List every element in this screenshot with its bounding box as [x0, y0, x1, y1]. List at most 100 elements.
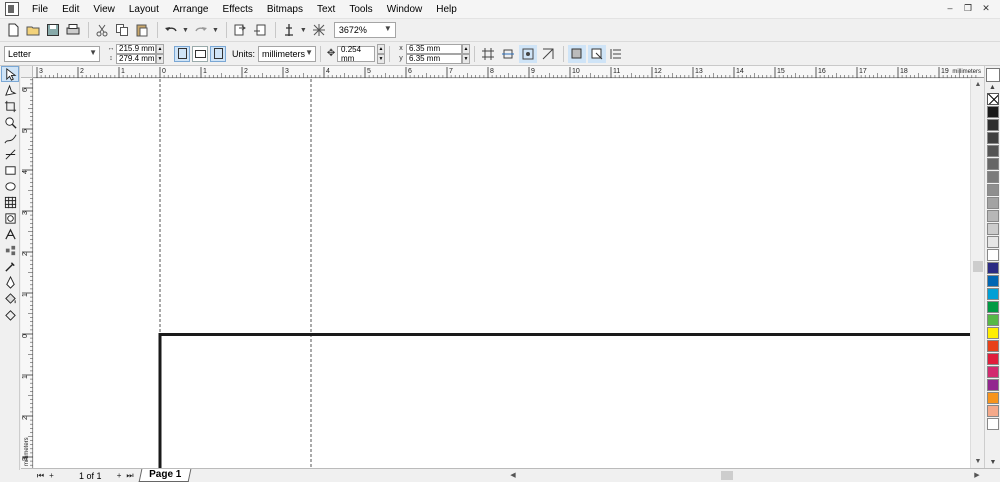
redo-icon[interactable]: [192, 21, 210, 39]
menu-window[interactable]: Window: [382, 0, 432, 19]
duplicate-x-field[interactable]: 6.35 mm: [406, 43, 463, 54]
shape-tool-icon[interactable]: [1, 82, 19, 98]
text-tool-icon[interactable]: [1, 226, 19, 242]
spin-up-icon[interactable]: ▲: [156, 43, 164, 54]
page-width-field[interactable]: 215.9 mm: [116, 43, 156, 54]
snap-to-objects-icon[interactable]: [519, 44, 538, 63]
menu-text[interactable]: Text: [312, 0, 344, 19]
duplicate-y-field[interactable]: 6.35 mm: [406, 53, 463, 64]
spin-down-icon[interactable]: ▼: [377, 53, 386, 64]
horizontal-scrollbar[interactable]: ◀ ▶: [507, 469, 983, 482]
color-swatch[interactable]: [987, 275, 999, 287]
color-swatch[interactable]: [987, 301, 999, 313]
horizontal-ruler[interactable]: 3 2 1 0 1 2 3 4 5 6 7 8 9 10 11 12 13 14 15 16 17 18 19 millime…: [33, 66, 984, 78]
color-swatch[interactable]: [987, 223, 999, 235]
menu-help[interactable]: Help: [431, 0, 466, 19]
color-swatch[interactable]: [987, 340, 999, 352]
outline-tool-icon[interactable]: [1, 274, 19, 290]
color-swatch[interactable]: [987, 327, 999, 339]
nudge-distance-field[interactable]: 0.254 mm: [337, 45, 376, 63]
color-swatch[interactable]: [987, 366, 999, 378]
rectangle-object[interactable]: [158, 333, 970, 469]
landscape-button[interactable]: [192, 45, 208, 62]
smart-fill-tool-icon[interactable]: [1, 146, 19, 162]
pick-tool-icon[interactable]: [1, 66, 19, 82]
color-swatch[interactable]: [987, 236, 999, 248]
color-swatch[interactable]: [987, 197, 999, 209]
open-icon[interactable]: [24, 21, 42, 39]
drawing-canvas[interactable]: [34, 79, 970, 468]
spin-up-icon[interactable]: ▲: [377, 43, 386, 54]
application-launcher-icon[interactable]: [310, 21, 328, 39]
menu-tools[interactable]: Tools: [344, 0, 381, 19]
portrait-button[interactable]: [174, 45, 190, 62]
menu-layout[interactable]: Layout: [124, 0, 168, 19]
add-page-after-icon[interactable]: +: [114, 470, 125, 482]
scroll-left-icon[interactable]: ◀: [507, 469, 519, 482]
menu-bitmaps[interactable]: Bitmaps: [262, 0, 312, 19]
color-swatch[interactable]: [987, 249, 999, 261]
restore-icon[interactable]: ❐: [962, 2, 974, 14]
color-swatch[interactable]: [987, 158, 999, 170]
paste-icon[interactable]: [133, 21, 151, 39]
fill-tool-icon[interactable]: [1, 290, 19, 306]
ellipse-tool-icon[interactable]: [1, 178, 19, 194]
interactive-fill-tool-icon[interactable]: [1, 306, 19, 322]
zoom-level-select[interactable]: 3672% ▼: [333, 22, 396, 38]
rectangle-tool-icon[interactable]: [1, 162, 19, 178]
all-pages-button[interactable]: [210, 45, 226, 62]
freehand-tool-icon[interactable]: [1, 130, 19, 146]
color-swatch[interactable]: [987, 379, 999, 391]
scroll-right-icon[interactable]: ▶: [971, 469, 983, 482]
ruler-origin[interactable]: [21, 66, 33, 78]
eyedropper-tool-icon[interactable]: [1, 258, 19, 274]
units-select[interactable]: millimeters ▼: [258, 45, 317, 62]
last-page-icon[interactable]: ⏭: [125, 470, 136, 482]
no-color-swatch[interactable]: [987, 93, 999, 105]
spin-down-icon[interactable]: ▼: [156, 53, 164, 64]
publish-pdf-icon[interactable]: [280, 21, 298, 39]
scroll-up-icon[interactable]: ▲: [971, 79, 985, 91]
new-document-icon[interactable]: [4, 21, 22, 39]
parallel-dimension-tool-icon[interactable]: [1, 242, 19, 258]
polygon-tool-icon[interactable]: [1, 194, 19, 210]
color-swatch[interactable]: [987, 405, 999, 417]
color-swatch[interactable]: [987, 210, 999, 222]
color-swatch[interactable]: [987, 106, 999, 118]
chevron-down-icon[interactable]: ▼: [212, 27, 219, 34]
cut-icon[interactable]: [93, 21, 111, 39]
menu-file[interactable]: File: [27, 0, 57, 19]
color-swatch[interactable]: [987, 184, 999, 196]
crop-tool-icon[interactable]: [1, 98, 19, 114]
export-icon[interactable]: [251, 21, 269, 39]
basic-shapes-tool-icon[interactable]: [1, 210, 19, 226]
menu-view[interactable]: View: [88, 0, 124, 19]
vertical-scrollbar[interactable]: ▲ ▼: [970, 79, 984, 468]
spin-down-icon[interactable]: ▼: [462, 53, 471, 64]
options-icon[interactable]: [608, 45, 626, 63]
dynamic-guides-icon[interactable]: [539, 45, 557, 63]
color-swatch[interactable]: [987, 262, 999, 274]
print-icon[interactable]: [64, 21, 82, 39]
snap-to-grid-icon[interactable]: [479, 45, 497, 63]
vertical-ruler[interactable]: 6 5 4 3 2 1 0 1 2 3 millimeters: [21, 78, 33, 468]
chevron-down-icon[interactable]: ▼: [182, 27, 189, 34]
color-swatch[interactable]: [987, 132, 999, 144]
page-tab[interactable]: Page 1: [138, 469, 192, 482]
copy-icon[interactable]: [113, 21, 131, 39]
scroll-down-icon[interactable]: ▼: [971, 456, 985, 468]
nudge-spinner[interactable]: ▲ ▼: [377, 43, 386, 64]
minimize-icon[interactable]: –: [944, 2, 956, 14]
menu-edit[interactable]: Edit: [57, 0, 88, 19]
snap-to-guidelines-icon[interactable]: [499, 45, 517, 63]
color-swatch[interactable]: [987, 314, 999, 326]
spin-up-icon[interactable]: ▲: [462, 43, 471, 54]
color-swatch[interactable]: [987, 418, 999, 430]
first-page-icon[interactable]: ⏮: [35, 470, 46, 482]
menu-arrange[interactable]: Arrange: [168, 0, 218, 19]
save-icon[interactable]: [44, 21, 62, 39]
chevron-down-icon[interactable]: ▼: [300, 27, 307, 34]
color-swatch[interactable]: [987, 119, 999, 131]
palette-up-icon[interactable]: ▲: [985, 83, 1000, 93]
draw-objects-icon[interactable]: [588, 44, 607, 63]
